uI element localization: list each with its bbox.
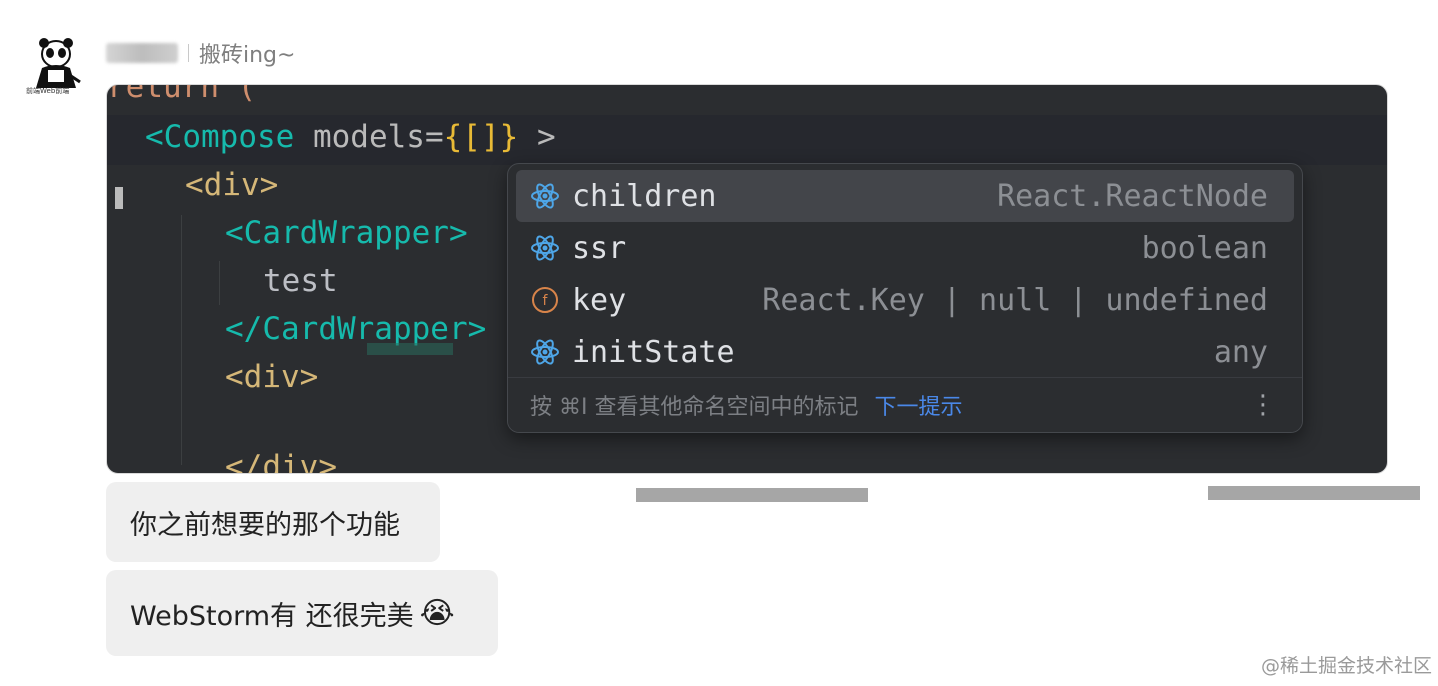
react-icon <box>528 179 562 213</box>
indent-guide-2 <box>219 261 220 305</box>
more-options-icon[interactable]: ⋮ <box>1250 390 1276 420</box>
completion-type: any <box>1213 334 1268 370</box>
indent-guide <box>181 215 182 465</box>
field-icon: f <box>528 283 562 317</box>
compose-close: > <box>518 119 556 155</box>
compose-tag: <Compose <box>145 119 295 155</box>
react-icon <box>528 231 562 265</box>
code-line-compose: <Compose models={[]} > <box>145 119 556 155</box>
message-bubble[interactable]: WebStorm有 还很完美 😭 <box>106 570 498 656</box>
avatar[interactable]: 前端Web前端 <box>24 34 88 98</box>
divider <box>188 44 189 62</box>
completion-name: ssr <box>572 230 627 266</box>
message-bubble[interactable]: 你之前想要的那个功能 <box>106 482 440 562</box>
completion-item-ssr[interactable]: ssr boolean <box>516 222 1294 274</box>
highlight-smear <box>367 343 453 355</box>
sender-status: 搬砖ing~ <box>199 43 296 68</box>
completion-name: children <box>572 178 717 214</box>
completion-type: React.Key | null | undefined <box>762 282 1268 318</box>
react-icon <box>528 335 562 369</box>
redacted-bar <box>1208 486 1420 500</box>
completion-item-key[interactable]: f key React.Key | null | undefined <box>516 274 1294 326</box>
completion-popup[interactable]: children React.ReactNode ssr boolean f k… <box>507 163 1303 433</box>
completion-footer: 按 ⌘I 查看其他命名空间中的标记 下一提示 ⋮ <box>508 377 1302 432</box>
completion-item-initstate[interactable]: initState any <box>516 326 1294 378</box>
next-hint-link[interactable]: 下一提示 <box>874 389 962 421</box>
completion-name: initState <box>572 334 735 370</box>
code-line-cardwrapper-open: <CardWrapper> <box>225 215 468 251</box>
footer-hint: 按 ⌘I 查看其他命名空间中的标记 <box>530 395 859 420</box>
redacted-bar <box>636 488 868 502</box>
ide-screenshot[interactable]: return ( <Compose models={[]} > <div> <C… <box>106 84 1388 474</box>
code-line-text: test <box>263 263 338 299</box>
gutter-marker <box>115 187 123 209</box>
code-line-div-2: <div> <box>225 359 319 395</box>
sender-row: 搬砖ing~ <box>106 38 295 68</box>
watermark: @稀土掘金技术社区 <box>1260 655 1432 677</box>
code-line-return: return ( <box>107 84 257 105</box>
message-text: WebStorm有 还很完美 <box>130 600 414 632</box>
completion-name: key <box>572 282 627 318</box>
completion-type: boolean <box>1141 230 1268 266</box>
code-line-div: <div> <box>185 167 279 203</box>
message-text: 你之前想要的那个功能 <box>130 509 400 541</box>
sender-name-blurred <box>106 43 178 63</box>
avatar-caption: 前端Web前端 <box>26 87 70 95</box>
code-line-cardwrapper-close: </CardWrapper> <box>225 311 487 347</box>
completion-type: React.ReactNode <box>997 178 1268 214</box>
svg-text:f: f <box>543 293 549 309</box>
compose-value: {[]} <box>443 119 519 155</box>
crying-emoji-icon: 😭 <box>419 595 455 631</box>
compose-attr: models= <box>294 119 444 155</box>
code-line-div-close: </div> <box>225 449 337 474</box>
completion-item-children[interactable]: children React.ReactNode <box>516 170 1294 222</box>
